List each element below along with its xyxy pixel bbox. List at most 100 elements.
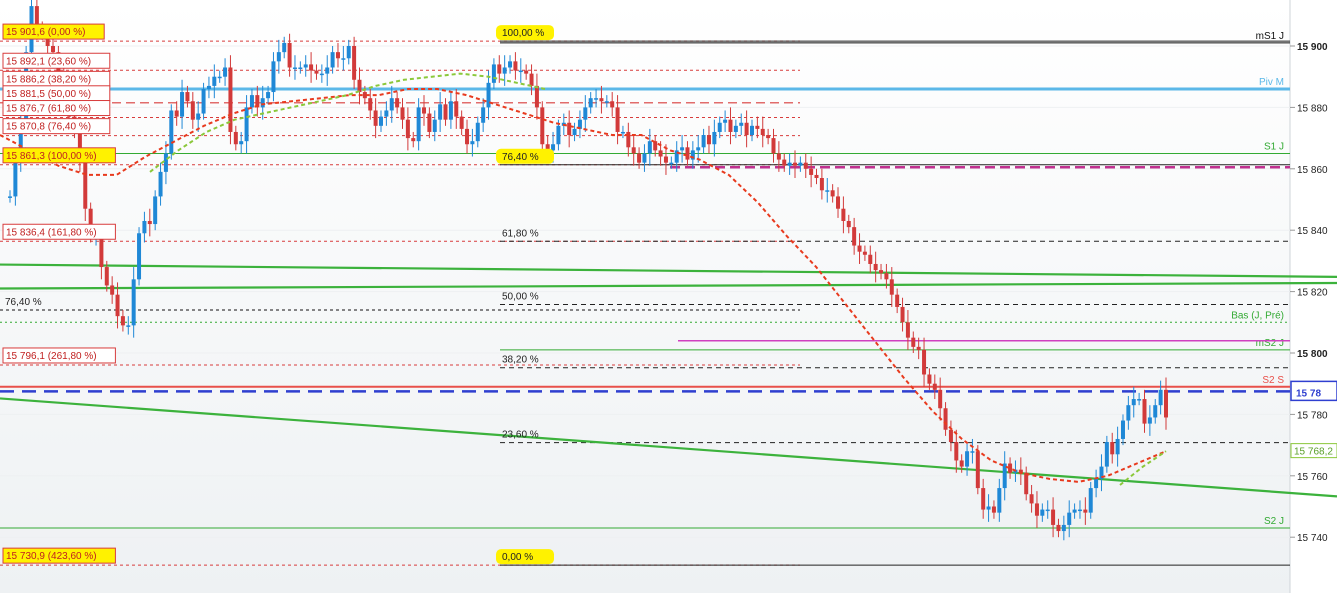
fib-level-label: 15 730,9 (423,60 %): [6, 551, 97, 562]
candle-body: [427, 113, 432, 132]
candle-body: [529, 73, 534, 86]
fib-pct-label: 50,00 %: [502, 291, 539, 302]
candle-body: [475, 122, 480, 142]
candle-body: [244, 107, 249, 142]
candle-body: [491, 64, 496, 83]
candle-body: [594, 98, 599, 100]
candle-body: [889, 279, 894, 295]
candle-body: [658, 150, 663, 157]
candle-body: [368, 98, 373, 111]
candle-body: [1024, 472, 1029, 495]
candle-body: [1094, 478, 1099, 489]
candle-body: [180, 92, 185, 117]
candle-body: [825, 190, 830, 192]
candle-body: [793, 162, 798, 166]
candle-body: [1147, 417, 1152, 424]
fib-level-label: 15 886,2 (38,20 %): [6, 74, 91, 85]
candle-body: [922, 349, 927, 375]
pivot-label: S2 S: [1262, 375, 1284, 386]
candle-body: [341, 58, 346, 60]
candle-body: [185, 92, 190, 102]
candle-body: [760, 128, 765, 136]
candle-body: [163, 153, 168, 172]
candle-body: [959, 460, 964, 467]
candle-body: [416, 107, 421, 142]
candle-body: [325, 67, 330, 74]
candle-body: [884, 273, 889, 280]
candle-body: [755, 125, 760, 129]
candle-body: [1072, 509, 1077, 513]
candle-body: [319, 73, 324, 76]
candle-body: [1142, 399, 1147, 424]
candle-body: [411, 138, 416, 142]
axis-tick-label: 15 820: [1297, 288, 1328, 299]
candle-body: [905, 322, 910, 338]
candle-body: [862, 251, 867, 255]
candle-body: [438, 104, 443, 120]
current-price-label: 15 78: [1296, 388, 1321, 399]
candle-body: [1056, 524, 1061, 532]
fib-pct-label: 38,20 %: [502, 355, 539, 366]
axis-tick-label: 15 780: [1297, 410, 1328, 421]
candle-body: [201, 88, 206, 114]
candle-body: [739, 122, 744, 126]
candle-body: [551, 144, 556, 151]
candle-body: [534, 85, 539, 108]
candle-body: [357, 79, 362, 93]
candle-body: [852, 227, 857, 246]
candle-body: [459, 116, 464, 129]
candle-body: [1067, 512, 1072, 525]
fib-extra-label: 76,40 %: [5, 297, 42, 308]
candle-body: [282, 42, 287, 53]
candle-body: [744, 122, 749, 136]
candle-body: [443, 104, 448, 120]
candle-body: [486, 82, 491, 108]
candle-body: [142, 220, 147, 234]
candle-body: [1040, 509, 1045, 516]
candle-body: [115, 294, 120, 317]
candle-body: [599, 98, 604, 102]
candle-body: [701, 135, 706, 148]
pivot-label: mS1 J: [1256, 31, 1284, 42]
candle-body: [497, 64, 502, 74]
candle-body: [51, 46, 56, 53]
candle-body: [631, 147, 636, 154]
candle-body: [911, 337, 916, 347]
candle-body: [481, 107, 486, 123]
axis-tick-label: 15 880: [1297, 103, 1328, 114]
candle-body: [153, 196, 158, 225]
candle-body: [728, 119, 733, 132]
candle-body: [615, 107, 620, 132]
candle-body: [782, 159, 787, 166]
candle-body: [771, 138, 776, 154]
candle-body: [83, 162, 88, 209]
candle-body: [733, 125, 738, 132]
candle-body: [798, 162, 803, 166]
candle-body: [841, 208, 846, 221]
candle-body: [567, 122, 572, 136]
candle-body: [787, 162, 792, 166]
fib-pct-label: 23,60 %: [502, 430, 539, 441]
candle-body: [588, 98, 593, 108]
candle-body: [604, 101, 609, 103]
candle-body: [965, 451, 970, 467]
candle-body: [1120, 420, 1125, 439]
candle-body: [997, 488, 1002, 513]
candle-body: [147, 220, 152, 225]
fib-pct-label: 100,00 %: [502, 28, 544, 39]
candle-body: [1115, 438, 1120, 455]
fib-level-label: 15 901,6 (0,00 %): [6, 27, 86, 38]
candle-body: [287, 42, 292, 68]
candle-body: [696, 147, 701, 151]
candle-body: [1153, 405, 1158, 418]
candle-body: [932, 383, 937, 390]
candle-body: [524, 70, 529, 74]
fib-level-label: 15 876,7 (61,80 %): [6, 104, 91, 115]
candle-body: [13, 159, 18, 197]
candle-body: [314, 70, 319, 74]
fib-level-label: 15 881,5 (50,00 %): [6, 89, 91, 100]
candle-body: [266, 92, 271, 99]
candle-body: [212, 76, 217, 86]
candle-body: [330, 52, 335, 68]
candle-body: [900, 306, 905, 323]
